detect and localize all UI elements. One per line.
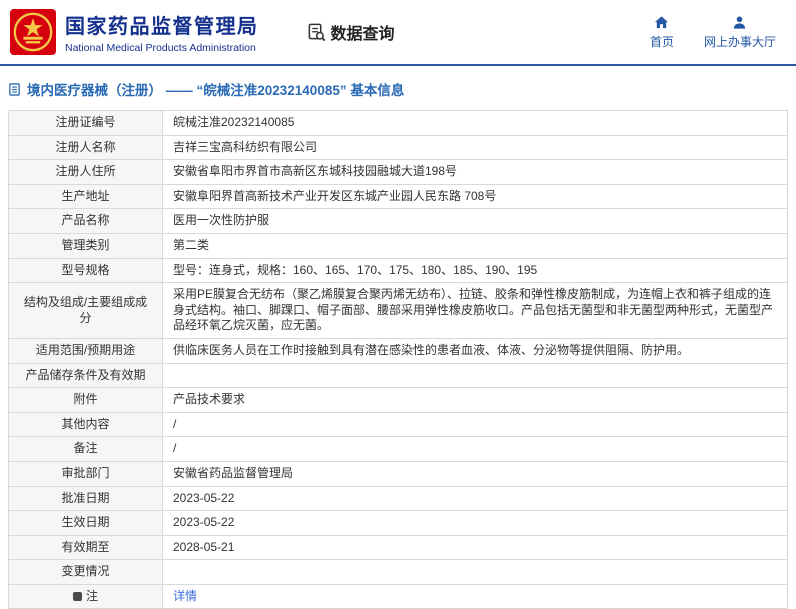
field-value: 安徽阜阳界首高新技术产业开发区东城产业园人民东路 708号 xyxy=(162,183,788,210)
table-row: 其他内容 / xyxy=(8,411,788,438)
field-value: 2028-05-21 xyxy=(162,534,788,561)
nav-service-hall-label: 网上办事大厅 xyxy=(703,34,776,49)
registration-table: 注册证编号 皖械注准20232140085 注册人名称 吉祥三宝高科纺织有限公司… xyxy=(8,110,788,609)
field-value xyxy=(162,362,788,389)
table-row: 有效期至 2028-05-21 xyxy=(8,534,788,561)
field-label: 结构及组成/主要组成成分 xyxy=(8,282,163,339)
field-value: 第二类 xyxy=(162,232,788,259)
site-header: 国家药品监督管理局 National Medical Products Admi… xyxy=(0,0,796,64)
table-row: 附件 产品技术要求 xyxy=(8,387,788,413)
field-label: 管理类别 xyxy=(8,232,163,259)
home-icon xyxy=(654,15,669,30)
table-row: 结构及组成/主要组成成分 采用PE膜复合无纺布（聚乙烯膜复合聚丙烯无纺布）、拉链… xyxy=(8,282,788,339)
field-value: 产品技术要求 xyxy=(162,387,788,413)
field-label: 型号规格 xyxy=(8,257,163,284)
note-label: 注 xyxy=(85,588,98,603)
table-row: 备注 / xyxy=(8,436,788,462)
field-value: 详情 xyxy=(162,583,788,609)
field-label: 批准日期 xyxy=(8,485,163,512)
data-query-icon xyxy=(307,23,326,42)
detail-link[interactable]: 详情 xyxy=(173,589,197,603)
table-row: 批准日期 2023-05-22 xyxy=(8,485,788,512)
table-row: 产品名称 医用一次性防护服 xyxy=(8,208,788,234)
table-row: 生效日期 2023-05-22 xyxy=(8,510,788,536)
field-value: / xyxy=(162,411,788,438)
field-value: 吉祥三宝高科纺织有限公司 xyxy=(162,134,788,161)
field-label: 产品储存条件及有效期 xyxy=(8,362,163,389)
field-value: 供临床医务人员在工作时接触到具有潜在感染性的患者血液、体液、分泌物等提供阻隔、防… xyxy=(162,337,788,364)
field-label: 注册证编号 xyxy=(8,110,163,136)
table-row: 注册人住所 安徽省阜阳市界首市高新区东城科技园融城大道198号 xyxy=(8,159,788,185)
user-icon xyxy=(732,15,747,30)
field-label: 产品名称 xyxy=(8,208,163,234)
data-query-title: 数据查询 xyxy=(330,26,395,43)
breadcrumb-text: 境内医疗器械（注册） —— “皖械注准20232140085” 基本信息 xyxy=(27,83,405,98)
table-row: 生产地址 安徽阜阳界首高新技术产业开发区东城产业园人民东路 708号 xyxy=(8,183,788,210)
org-name: 国家药品监督管理局 xyxy=(65,16,259,38)
field-label: 注册人住所 xyxy=(8,159,163,185)
field-value: 采用PE膜复合无纺布（聚乙烯膜复合聚丙烯无纺布）、拉链、胶条和弹性橡皮筋制成，为… xyxy=(162,282,788,339)
field-label: 其他内容 xyxy=(8,411,163,438)
field-label: 生效日期 xyxy=(8,510,163,536)
field-label: 注册人名称 xyxy=(8,134,163,161)
table-row: 适用范围/预期用途 供临床医务人员在工作时接触到具有潜在感染性的患者血液、体液、… xyxy=(8,337,788,364)
document-icon xyxy=(8,82,21,96)
field-value: 安徽省阜阳市界首市高新区东城科技园融城大道198号 xyxy=(162,159,788,185)
data-query-section: 数据查询 xyxy=(307,20,395,44)
field-value: 皖械注准20232140085 xyxy=(162,110,788,136)
field-label: 附件 xyxy=(8,387,163,413)
national-emblem-icon xyxy=(10,9,56,55)
field-value: 安徽省药品监督管理局 xyxy=(162,460,788,487)
field-value: 2023-05-22 xyxy=(162,485,788,512)
nav-service-hall[interactable]: 网上办事大厅 xyxy=(704,15,776,50)
breadcrumb: 境内医疗器械（注册） —— “皖械注准20232140085” 基本信息 xyxy=(0,66,796,108)
table-row: 产品储存条件及有效期 xyxy=(8,362,788,389)
field-value: / xyxy=(162,436,788,462)
nav-home-label: 首页 xyxy=(649,34,674,49)
field-label: 生产地址 xyxy=(8,183,163,210)
org-name-en: National Medical Products Administration xyxy=(65,42,256,54)
table-row: 注 详情 xyxy=(8,583,788,609)
note-icon xyxy=(72,591,82,601)
table-row: 型号规格 型号：连身式，规格：160、165、170、175、180、185、1… xyxy=(8,257,788,284)
main-content: 注册证编号 皖械注准20232140085 注册人名称 吉祥三宝高科纺织有限公司… xyxy=(0,110,796,609)
top-nav: 首页 网上办事大厅 xyxy=(650,15,786,50)
org-title-block: 国家药品监督管理局 National Medical Products Admi… xyxy=(65,10,259,54)
field-label: 备注 xyxy=(8,436,163,462)
field-label: 适用范围/预期用途 xyxy=(8,337,163,364)
field-label: 注 xyxy=(8,583,163,609)
field-label: 审批部门 xyxy=(8,460,163,487)
table-row: 注册人名称 吉祥三宝高科纺织有限公司 xyxy=(8,134,788,161)
field-value: 2023-05-22 xyxy=(162,510,788,536)
nav-home[interactable]: 首页 xyxy=(650,15,674,50)
field-value: 医用一次性防护服 xyxy=(162,208,788,234)
table-row: 管理类别 第二类 xyxy=(8,232,788,259)
field-value: 型号：连身式，规格：160、165、170、175、180、185、190、19… xyxy=(162,257,788,284)
table-row: 注册证编号 皖械注准20232140085 xyxy=(8,110,788,136)
table-row: 审批部门 安徽省药品监督管理局 xyxy=(8,460,788,487)
field-label: 有效期至 xyxy=(8,534,163,561)
